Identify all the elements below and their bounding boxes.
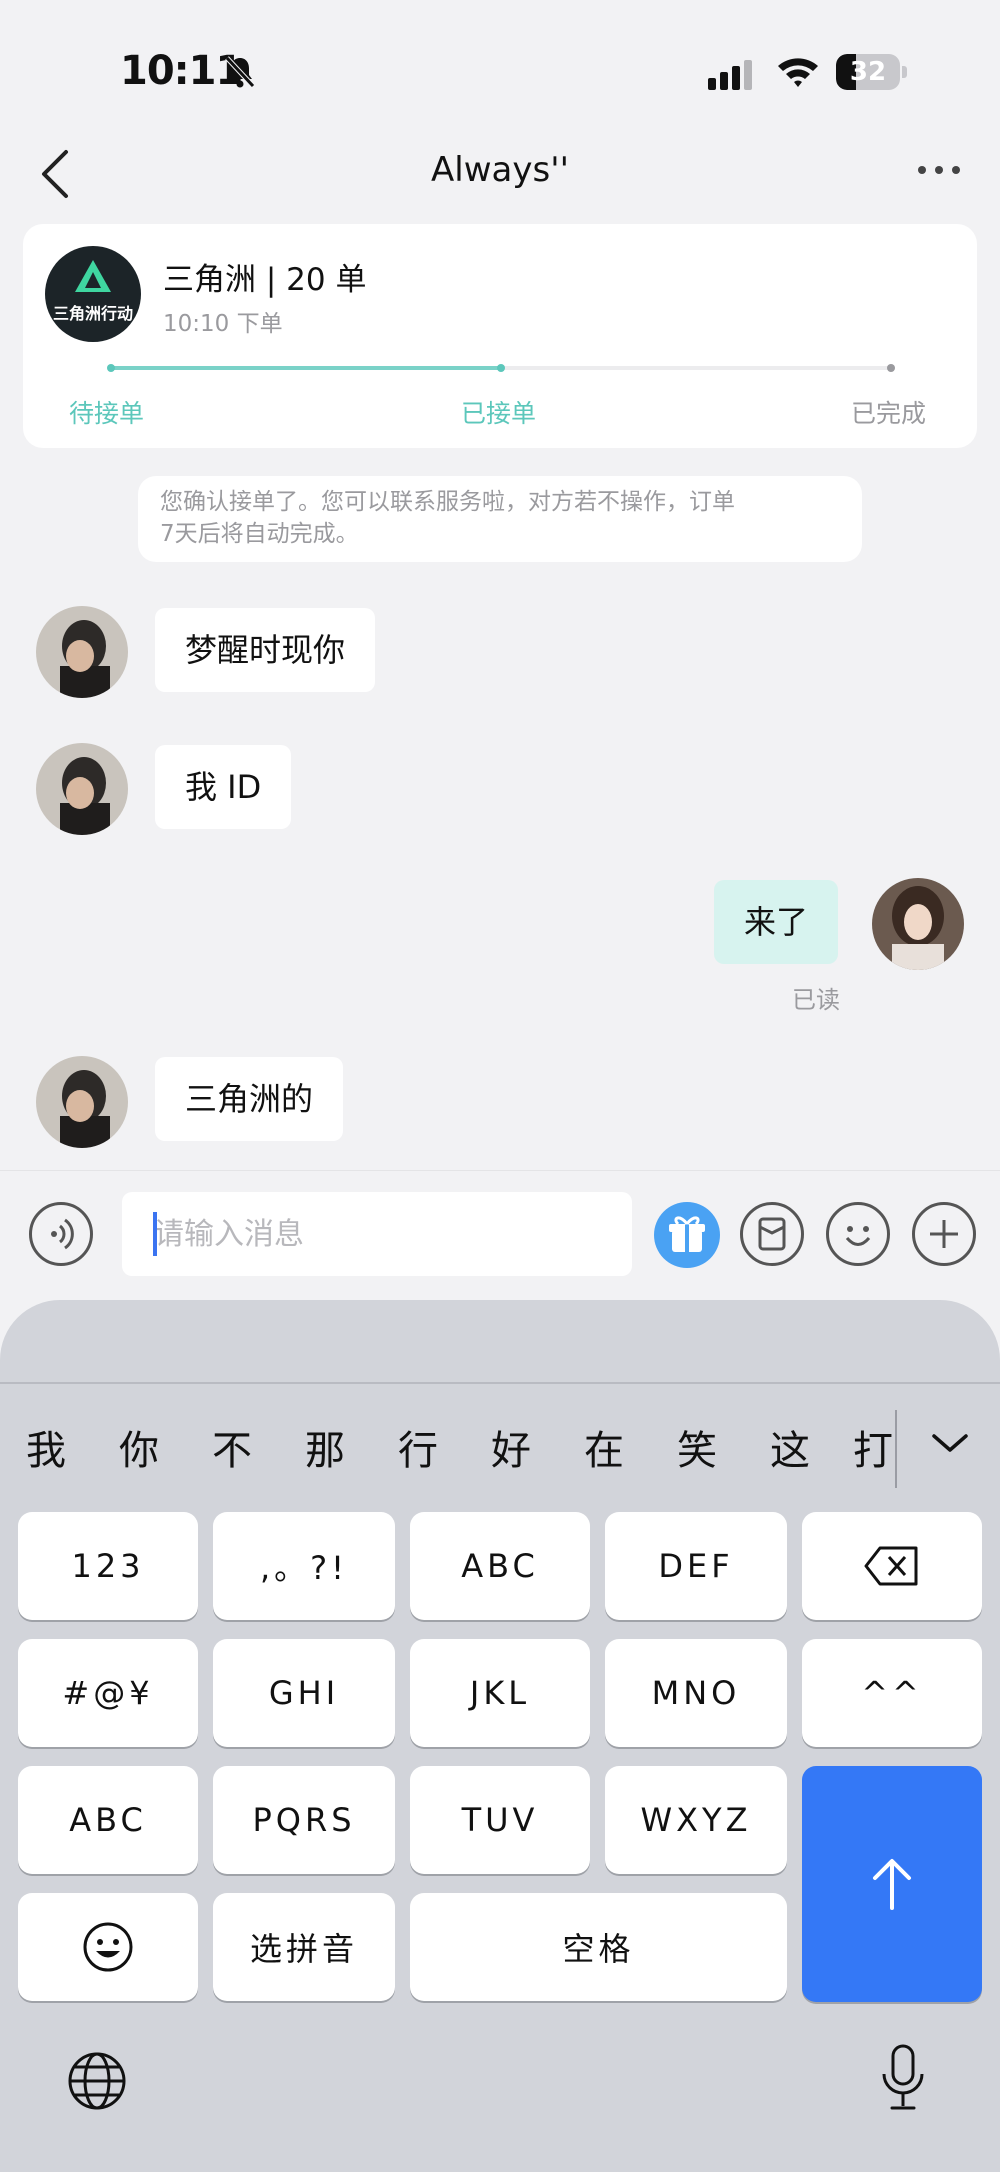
candidate-word[interactable]: 行 [388, 1418, 448, 1476]
key-emoticon[interactable]: ^^ [802, 1639, 982, 1747]
key-punctuation[interactable]: ,。?! [213, 1512, 395, 1620]
candidate-divider [895, 1410, 897, 1488]
step-dot-completed [887, 364, 895, 372]
step-label-completed: 已完成 [851, 399, 927, 428]
wifi-icon [778, 58, 818, 87]
game-logo: 三角洲行动 [45, 246, 141, 342]
cellular-signal-icon [708, 60, 752, 90]
key-wxyz[interactable]: WXYZ [605, 1766, 787, 1874]
step-dot-accepted [497, 364, 505, 372]
emoji-icon [845, 1226, 871, 1246]
key-symbols[interactable]: #@¥ [18, 1639, 198, 1747]
microphone-icon[interactable] [878, 2042, 928, 2114]
more-icon[interactable] [914, 158, 964, 182]
message-input[interactable] [122, 1192, 632, 1276]
plus-icon [930, 1220, 958, 1248]
battery-percent: 32 [849, 57, 887, 87]
step-label-accepted: 已接单 [461, 399, 537, 428]
order-time: 10:10 下单 [163, 311, 283, 337]
candidate-word[interactable]: 打 [853, 1418, 893, 1476]
candidate-word[interactable]: 我 [16, 1418, 76, 1476]
candidate-word[interactable]: 在 [574, 1418, 634, 1476]
candidate-word[interactable]: 那 [295, 1418, 355, 1476]
key-abc[interactable]: ABC [410, 1512, 590, 1620]
backspace-icon [864, 1546, 918, 1586]
space-key[interactable]: 空格 [410, 1893, 787, 2001]
emoji-key[interactable] [18, 1893, 198, 2001]
candidate-word[interactable]: 你 [109, 1418, 169, 1476]
emoji-button[interactable] [826, 1202, 890, 1266]
key-abc-mode[interactable]: ABC [18, 1766, 198, 1874]
voice-icon [51, 1218, 74, 1250]
key-jkl[interactable]: JKL [410, 1639, 590, 1747]
step-dot-pending [107, 364, 115, 372]
bell-muted-icon [225, 56, 255, 88]
key-mno[interactable]: MNO [605, 1639, 787, 1747]
step-label-pending: 待接单 [69, 399, 145, 428]
backspace-key[interactable] [802, 1512, 982, 1620]
message-bubble[interactable]: 三角洲的 [155, 1057, 344, 1141]
red-packet-icon [758, 1217, 786, 1251]
message-bubble[interactable]: 梦醒时现你 [155, 608, 376, 692]
globe-icon[interactable] [66, 2050, 128, 2112]
back-icon[interactable] [38, 148, 74, 200]
progress-fill [111, 366, 501, 370]
key-def[interactable]: DEF [605, 1512, 787, 1620]
avatar[interactable] [36, 743, 128, 835]
candidate-word[interactable]: 好 [481, 1418, 541, 1476]
candidate-word[interactable]: 这 [760, 1418, 820, 1476]
key-tuv[interactable]: TUV [410, 1766, 590, 1874]
avatar[interactable] [36, 1056, 128, 1148]
chevron-down-icon[interactable] [930, 1428, 970, 1458]
arrow-up-icon [873, 1859, 911, 1910]
avatar-self[interactable] [872, 878, 964, 970]
smiley-icon [83, 1922, 133, 1972]
key-pinyin-select[interactable]: 选拼音 [213, 1893, 395, 2001]
message-bubble[interactable]: 我 ID [155, 745, 292, 829]
gift-icon [669, 1216, 705, 1252]
chat-title: Always'' [431, 150, 569, 190]
text-caret [153, 1212, 157, 1256]
order-title: 三角洲 | 20 单 [163, 262, 367, 298]
candidate-word[interactable]: 笑 [667, 1418, 727, 1476]
red-packet-button[interactable] [740, 1202, 804, 1266]
battery-indicator: 32 [836, 54, 908, 90]
gift-button[interactable] [654, 1202, 720, 1268]
candidate-word[interactable]: 不 [202, 1418, 262, 1476]
key-ghi[interactable]: GHI [213, 1639, 395, 1747]
voice-button[interactable] [29, 1202, 93, 1266]
send-key[interactable] [802, 1766, 982, 2002]
read-status: 已读 [792, 986, 840, 1014]
key-123[interactable]: 123 [18, 1512, 198, 1620]
system-notice: 您确认接单了。您可以联系服务啦，对方若不操作，订单 7天后将自动完成。 [138, 476, 862, 562]
order-card[interactable]: 三角洲行动 三角洲 | 20 单 10:10 下单 待接单 已接单 已完成 [23, 224, 977, 448]
message-bubble-mine[interactable]: 来了 [714, 880, 839, 964]
candidate-bar [0, 1300, 1000, 1384]
plus-button[interactable] [912, 1202, 976, 1266]
avatar[interactable] [36, 606, 128, 698]
key-pqrs[interactable]: PQRS [213, 1766, 395, 1874]
